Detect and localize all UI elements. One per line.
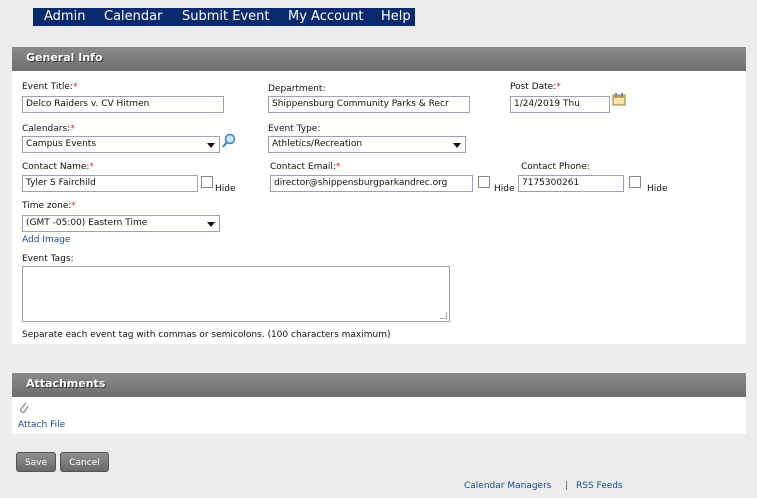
contact-email-hide-label: Hide	[494, 184, 515, 194]
contact-name-label: Contact Name:*	[22, 162, 94, 172]
save-button[interactable]: Save	[16, 452, 56, 472]
event-tags-label: Event Tags:	[22, 254, 74, 264]
footer-separator: |	[565, 481, 569, 491]
department-label: Department:	[268, 84, 326, 94]
event-type-select[interactable]: Athletics/Recreation	[268, 136, 466, 153]
chevron-down-icon	[453, 143, 461, 148]
event-title-input[interactable]: Delco Raiders v. CV Hitmen	[22, 96, 224, 113]
calendar-icon[interactable]	[612, 92, 626, 106]
cancel-button[interactable]: Cancel	[60, 452, 109, 472]
top-nav: Admin Calendar Submit Event My Account H…	[0, 0, 757, 33]
contact-phone-hide-label: Hide	[647, 184, 668, 194]
nav-help[interactable]: Help	[381, 8, 411, 26]
calendars-label: Calendars:*	[22, 124, 75, 134]
nav-submit-event[interactable]: Submit Event	[182, 8, 270, 26]
add-image-link[interactable]: Add Image	[22, 235, 70, 245]
calendars-select-value: Campus Events	[26, 139, 97, 149]
nav-my-account[interactable]: My Account	[288, 8, 364, 26]
contact-phone-hide-checkbox[interactable]	[629, 176, 641, 188]
contact-name-input[interactable]: Tyler S Fairchild	[22, 175, 198, 192]
attach-file-link[interactable]: Attach File	[18, 420, 65, 430]
nav-calendar[interactable]: Calendar	[104, 8, 162, 26]
contact-email-label: Contact Email:*	[270, 162, 341, 172]
event-type-select-value: Athletics/Recreation	[272, 139, 363, 149]
contact-phone-input[interactable]: 7175300261	[518, 175, 624, 192]
time-zone-select-value: (GMT -05:00) Eastern Time	[26, 218, 148, 228]
paperclip-icon	[18, 400, 30, 414]
resize-handle-icon[interactable]	[440, 312, 447, 319]
post-date-label: Post Date:*	[510, 82, 561, 92]
contact-phone-label: Contact Phone:	[521, 162, 590, 172]
contact-name-hide-checkbox[interactable]	[201, 176, 213, 188]
nav-admin[interactable]: Admin	[44, 8, 85, 26]
contact-name-hide-label: Hide	[215, 184, 236, 194]
calendar-managers-link[interactable]: Calendar Managers	[464, 481, 551, 491]
event-type-label: Event Type:	[268, 124, 321, 134]
search-icon[interactable]	[221, 133, 237, 149]
time-zone-select[interactable]: (GMT -05:00) Eastern Time	[22, 215, 220, 232]
chevron-down-icon	[207, 222, 215, 227]
rss-feeds-link[interactable]: RSS Feeds	[576, 481, 623, 491]
calendars-select[interactable]: Campus Events	[22, 136, 220, 153]
attachments-panel	[12, 397, 746, 434]
event-title-label: Event Title:*	[22, 82, 78, 92]
time-zone-label: Time zone:*	[22, 201, 76, 211]
department-input[interactable]: Shippensburg Community Parks & Recr	[268, 96, 470, 113]
general-info-header: General Info	[12, 47, 746, 71]
general-info-title: General Info	[26, 51, 103, 64]
contact-email-input[interactable]: director@shippensburgparkandrec.org	[270, 175, 473, 192]
event-tags-textarea[interactable]	[22, 266, 450, 322]
chevron-down-icon	[207, 143, 215, 148]
contact-email-hide-checkbox[interactable]	[478, 176, 490, 188]
attachments-header: Attachments	[12, 373, 746, 397]
event-tags-hint: Separate each event tag with commas or s…	[22, 330, 391, 340]
post-date-input[interactable]: 1/24/2019 Thu	[510, 96, 610, 113]
attachments-title: Attachments	[26, 377, 106, 390]
